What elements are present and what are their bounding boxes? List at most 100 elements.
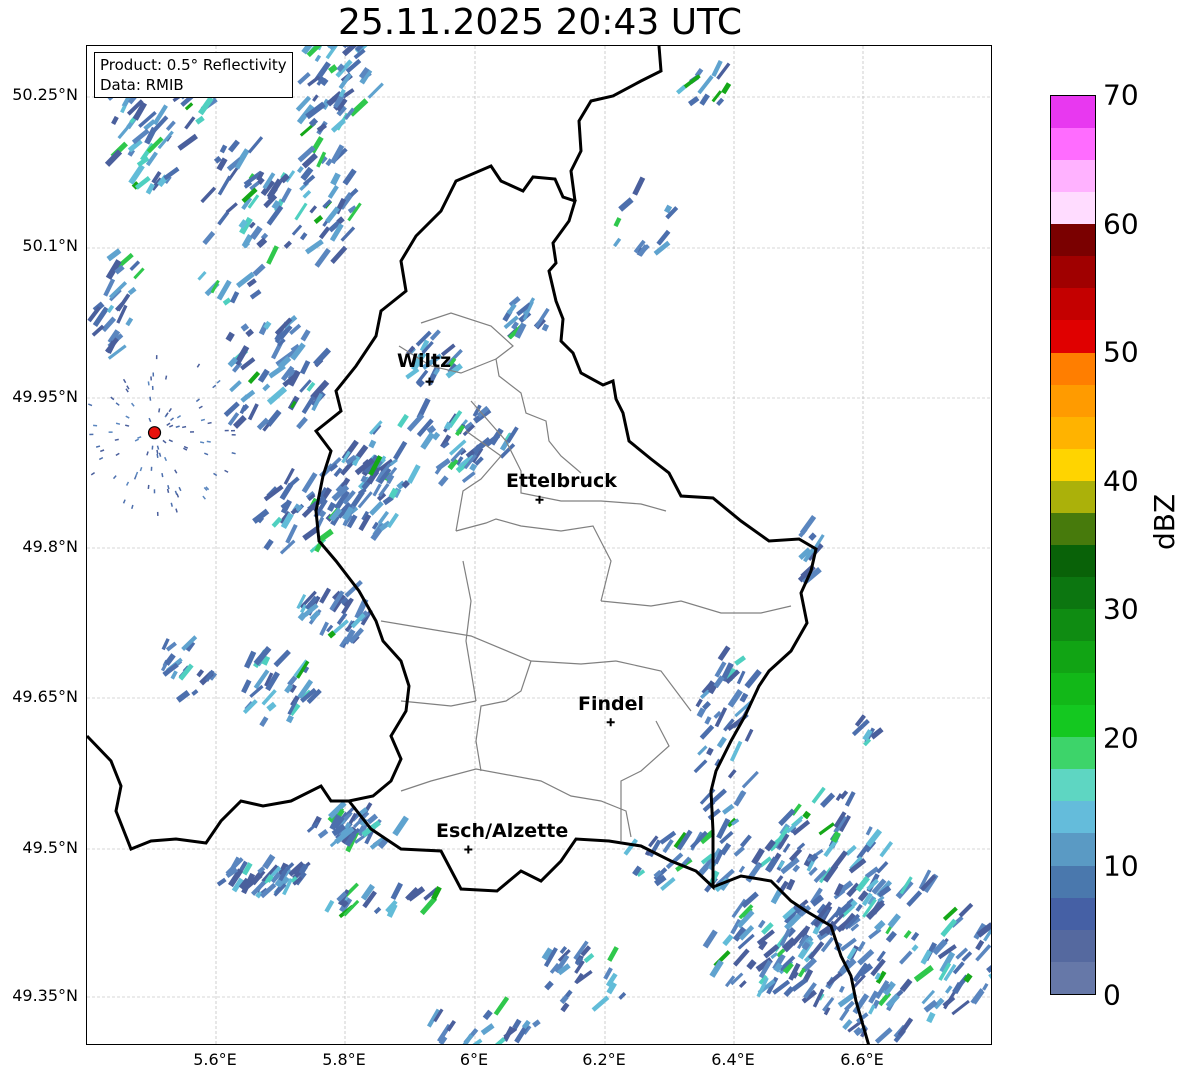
colorbar-segment bbox=[1051, 128, 1095, 161]
echo-cell bbox=[240, 389, 256, 403]
echo-cell bbox=[120, 105, 127, 114]
echo-cell bbox=[330, 172, 341, 186]
echo-cell bbox=[544, 980, 554, 991]
colorbar-segment bbox=[1051, 801, 1095, 834]
echo-cell bbox=[420, 431, 435, 450]
echo-cell bbox=[438, 475, 449, 487]
colorbar-tick: 50 bbox=[1103, 335, 1139, 369]
echo-cell bbox=[261, 689, 277, 706]
echo-cell bbox=[156, 445, 160, 450]
echo-cell bbox=[225, 202, 238, 214]
echo-cell bbox=[198, 405, 203, 409]
echo-cell bbox=[283, 240, 292, 249]
echo-cell bbox=[146, 451, 149, 456]
colorbar-segment bbox=[1051, 256, 1095, 289]
echo-cell bbox=[263, 484, 284, 502]
colorbar-tick: 60 bbox=[1103, 207, 1139, 241]
echo-cell bbox=[319, 587, 332, 604]
echo-cell bbox=[541, 323, 550, 332]
colorbar-segment bbox=[1051, 609, 1095, 642]
echo-cell bbox=[301, 472, 318, 494]
echo-cell bbox=[340, 226, 356, 242]
echo-cell bbox=[721, 82, 732, 95]
echo-cell bbox=[942, 906, 958, 921]
echo-cell bbox=[213, 472, 218, 477]
echo-cell bbox=[975, 939, 985, 951]
echo-cell bbox=[115, 402, 120, 406]
echo-cell bbox=[857, 940, 866, 952]
echo-cell bbox=[245, 328, 254, 338]
echo-cell bbox=[397, 413, 409, 428]
dbz-colorbar bbox=[1050, 95, 1096, 995]
echo-cell bbox=[280, 187, 292, 203]
echo-cell bbox=[618, 991, 627, 1000]
lon-label: 5.6°E bbox=[193, 1050, 237, 1069]
echo-cell bbox=[247, 403, 259, 421]
echo-cell bbox=[265, 409, 282, 427]
map-title: 25.11.2025 20:43 UTC bbox=[337, 2, 743, 43]
lat-label: 49.95°N bbox=[12, 387, 78, 406]
echo-cell bbox=[291, 224, 303, 236]
echo-cell bbox=[91, 324, 105, 337]
lon-label: 6.6°E bbox=[840, 1050, 884, 1069]
map-canvas bbox=[87, 46, 991, 1044]
colorbar-segment bbox=[1051, 544, 1095, 577]
echo-cell bbox=[129, 260, 141, 271]
echo-cell bbox=[148, 417, 152, 423]
echo-cell bbox=[196, 669, 205, 678]
radar-map[interactable] bbox=[86, 45, 992, 1045]
echo-cell bbox=[98, 456, 104, 461]
product-info-box: Product: 0.5° Reflectivity Data: RMIB bbox=[94, 52, 293, 98]
echo-cell bbox=[156, 453, 159, 458]
echo-cell bbox=[122, 378, 127, 384]
colorbar-tick: 20 bbox=[1103, 721, 1139, 755]
echo-cell bbox=[435, 458, 451, 472]
echo-cell bbox=[717, 645, 731, 662]
echo-cell bbox=[240, 323, 250, 332]
echo-cell bbox=[369, 500, 384, 516]
echo-cell bbox=[368, 439, 377, 449]
echo-cell bbox=[224, 469, 229, 473]
echo-cell bbox=[607, 946, 619, 962]
echo-cell bbox=[263, 538, 274, 551]
echo-cell bbox=[168, 407, 172, 413]
belgium-germany-border bbox=[569, 46, 663, 202]
echo-cell bbox=[982, 982, 989, 991]
echo-cell bbox=[778, 860, 785, 869]
echo-cell bbox=[632, 176, 646, 196]
echo-cell bbox=[195, 115, 205, 125]
colorbar-segment bbox=[1051, 96, 1095, 129]
echo-cell bbox=[161, 473, 164, 478]
echo-cell bbox=[156, 511, 159, 516]
echo-cell bbox=[302, 189, 312, 199]
colorbar-segment bbox=[1051, 673, 1095, 706]
echo-cell bbox=[177, 133, 198, 151]
echo-cell bbox=[100, 449, 105, 453]
echo-cell bbox=[799, 515, 817, 535]
echo-cell bbox=[868, 1004, 876, 1015]
echo-cell bbox=[702, 929, 718, 949]
echo-cell bbox=[733, 846, 745, 857]
echo-cell bbox=[560, 1002, 570, 1013]
echo-cell bbox=[168, 439, 173, 443]
echo-cell bbox=[249, 289, 262, 300]
echo-cell bbox=[200, 186, 217, 204]
city-label-ettelbruck: Ettelbruck bbox=[506, 470, 617, 492]
echo-cell bbox=[147, 381, 150, 386]
echo-cell bbox=[314, 247, 331, 268]
echo-cell bbox=[176, 415, 182, 419]
echo-cell bbox=[623, 838, 638, 856]
echo-cell bbox=[876, 861, 889, 874]
echo-cell bbox=[151, 385, 154, 390]
echo-cell bbox=[591, 995, 610, 1012]
colorbar-segment bbox=[1051, 769, 1095, 802]
echo-cell bbox=[163, 166, 180, 181]
echo-cell bbox=[111, 115, 119, 126]
echo-cell bbox=[741, 770, 759, 789]
echo-cell bbox=[125, 317, 134, 327]
echo-cell bbox=[722, 803, 735, 815]
colorbar-segment bbox=[1051, 576, 1095, 609]
echo-cell bbox=[242, 699, 258, 714]
echo-cell bbox=[314, 54, 322, 63]
echo-cell bbox=[252, 263, 266, 277]
